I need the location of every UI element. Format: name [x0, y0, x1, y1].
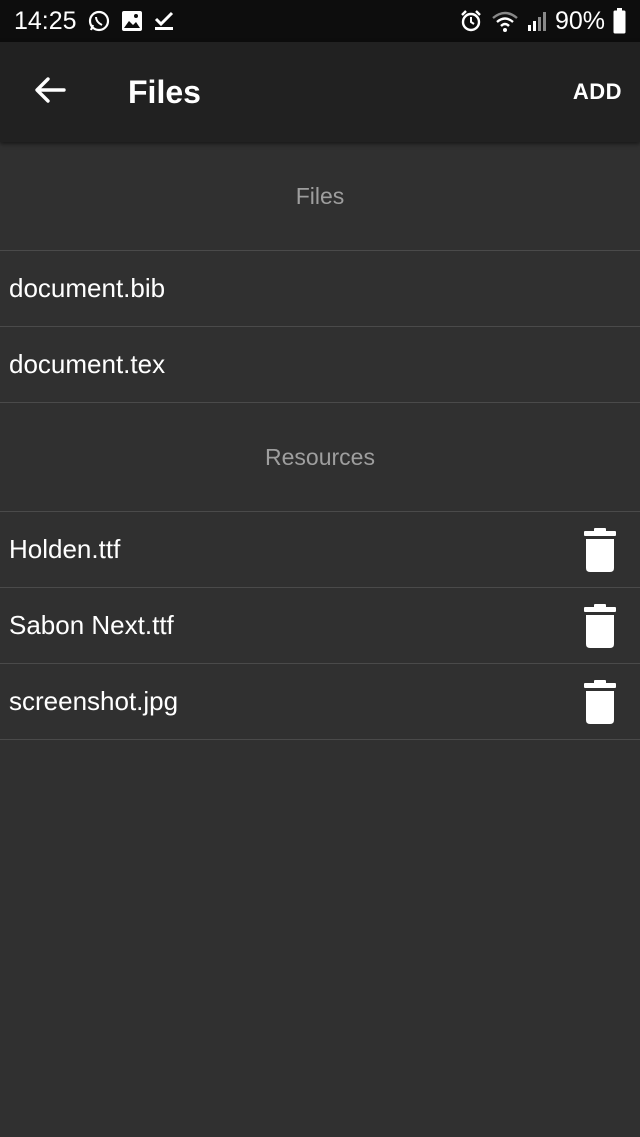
list-item-resource[interactable]: Sabon Next.ttf: [0, 588, 640, 664]
app-bar: Files ADD: [0, 42, 640, 142]
back-button[interactable]: [0, 42, 100, 142]
battery-level: 90%: [554, 6, 605, 35]
status-time: 14:25: [14, 6, 77, 35]
battery-icon: [613, 8, 626, 34]
trash-icon[interactable]: [580, 602, 620, 650]
list-item-resource[interactable]: Holden.ttf: [0, 512, 640, 588]
add-button[interactable]: ADD: [573, 79, 622, 105]
list-item-file[interactable]: document.tex: [0, 327, 640, 403]
image-icon: [121, 10, 143, 32]
resource-name: screenshot.jpg: [9, 686, 179, 716]
signal-icon: [527, 10, 547, 32]
trash-icon[interactable]: [580, 526, 620, 574]
resource-name: Sabon Next.ttf: [9, 610, 174, 640]
section-header-files: Files: [0, 142, 640, 251]
trash-icon[interactable]: [580, 678, 620, 726]
file-name: document.bib: [9, 273, 166, 303]
status-left: 14:25: [14, 7, 175, 36]
checklist-icon: [153, 10, 175, 32]
list-item-file[interactable]: document.bib: [0, 251, 640, 327]
wifi-icon: [491, 9, 519, 33]
status-right: 90%: [459, 7, 626, 36]
file-name: document.tex: [9, 349, 166, 379]
whatsapp-icon: [87, 9, 111, 33]
status-bar: 14:25 90%: [0, 0, 640, 42]
resource-name: Holden.ttf: [9, 534, 121, 564]
alarm-icon: [459, 9, 483, 33]
page-title: Files: [128, 73, 201, 110]
file-list: Files document.bib document.tex Resource…: [0, 142, 640, 740]
arrow-left-icon: [34, 76, 66, 109]
section-header-resources: Resources: [0, 403, 640, 512]
list-item-resource[interactable]: screenshot.jpg: [0, 664, 640, 740]
